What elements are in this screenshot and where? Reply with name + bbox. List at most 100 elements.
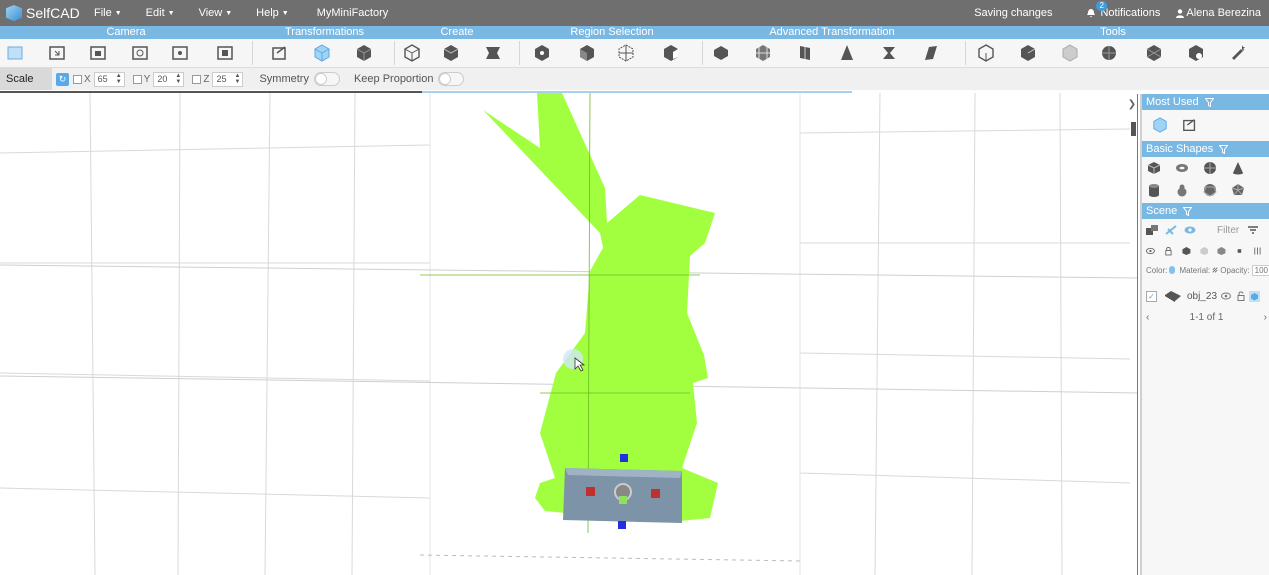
color-label: Color: xyxy=(1146,265,1168,275)
create-cube-icon[interactable] xyxy=(442,44,460,62)
extrude-icon[interactable] xyxy=(712,44,730,62)
funnel-icon[interactable] xyxy=(1183,206,1193,216)
spinner-icon[interactable]: ▲ ▼ xyxy=(175,73,181,85)
viewport-canvas[interactable] xyxy=(0,93,1138,575)
selfcad-logo[interactable]: SelfCAD xyxy=(6,5,84,21)
bend-icon[interactable] xyxy=(880,44,898,62)
lock-icon[interactable] xyxy=(1237,291,1245,301)
y-value-input[interactable]: 20 ▲ ▼ xyxy=(153,71,185,87)
color-swatch[interactable] xyxy=(1169,266,1176,274)
pager-text: 1-1 of 1 xyxy=(1189,311,1224,323)
twist-icon[interactable] xyxy=(796,44,814,62)
material-icon[interactable] xyxy=(1212,266,1218,274)
move-tool-icon[interactable] xyxy=(1182,117,1198,133)
basic-shapes-header[interactable]: Basic Shapes xyxy=(1142,141,1269,157)
scale-tool-icon[interactable] xyxy=(313,44,331,62)
menu-view[interactable]: View ▼ xyxy=(199,7,233,19)
x-lock-checkbox[interactable] xyxy=(73,74,82,84)
menu-help[interactable]: Help ▼ xyxy=(256,7,289,19)
polyhedron-icon[interactable] xyxy=(1231,183,1245,197)
spinner-icon[interactable]: ▲ ▼ xyxy=(235,73,241,85)
most-used-header[interactable]: Most Used xyxy=(1142,94,1269,110)
menu-edit[interactable]: Edit ▼ xyxy=(146,7,175,19)
keep-proportion-toggle[interactable] xyxy=(438,72,465,86)
notifications-button[interactable]: 2 Notifications xyxy=(1086,1,1160,19)
select-edge-icon[interactable] xyxy=(662,44,680,62)
sphere-icon[interactable] xyxy=(1203,161,1217,175)
scale-tool-icon[interactable] xyxy=(1152,117,1168,133)
tool-repair-icon[interactable] xyxy=(1187,44,1205,62)
eye-icon[interactable] xyxy=(1146,246,1155,256)
move-tool-icon[interactable] xyxy=(271,44,289,62)
y-lock-checkbox[interactable] xyxy=(132,74,142,84)
y-axis-control: Y 20 ▲ ▼ xyxy=(132,71,185,87)
myminifactory-link[interactable]: MyMiniFactory xyxy=(317,7,389,19)
funnel-icon[interactable] xyxy=(1219,144,1229,154)
columns-icon[interactable] xyxy=(1253,246,1262,256)
cone-icon[interactable] xyxy=(1231,161,1245,175)
select-vertex-icon[interactable] xyxy=(533,44,551,62)
prev-page-icon[interactable]: ‹ xyxy=(1146,312,1149,323)
reset-scale-icon[interactable]: ↻ xyxy=(56,72,69,86)
geosphere-icon[interactable] xyxy=(1203,183,1217,197)
visibility-eye-icon[interactable] xyxy=(1184,225,1196,235)
camera-pan-icon[interactable] xyxy=(89,44,107,62)
next-page-icon[interactable]: › xyxy=(1264,312,1267,323)
menu-file[interactable]: File ▼ xyxy=(94,7,122,19)
scene-header[interactable]: Scene xyxy=(1142,203,1269,219)
camera-front-view-icon[interactable] xyxy=(6,44,24,62)
tool-fill-icon[interactable] xyxy=(1019,44,1037,62)
shaded-icon[interactable] xyxy=(1217,246,1226,256)
notifications-count-badge: 2 xyxy=(1096,1,1107,11)
tool-magic-icon[interactable] xyxy=(1229,44,1247,62)
camera-zoom-icon[interactable] xyxy=(171,44,189,62)
tool-slice-icon[interactable] xyxy=(977,44,995,62)
tool-mesh-icon[interactable] xyxy=(1145,44,1163,62)
subdivide-icon[interactable] xyxy=(754,44,772,62)
torus-icon[interactable] xyxy=(1175,161,1189,175)
taper-icon[interactable] xyxy=(838,44,856,62)
bunny-shape-icon[interactable] xyxy=(1175,183,1189,197)
toolbar-divider xyxy=(965,41,966,65)
scrollbar-thumb[interactable] xyxy=(1131,122,1136,136)
opacity-input[interactable]: 100 xyxy=(1251,264,1269,276)
tool-sphere-icon[interactable] xyxy=(1100,44,1118,62)
link-icon[interactable] xyxy=(1165,225,1177,235)
eye-icon[interactable] xyxy=(1221,292,1232,300)
symmetry-toggle[interactable] xyxy=(313,72,340,86)
z-value-input[interactable]: 25 ▲ ▼ xyxy=(212,71,244,87)
tool-transparent-icon[interactable] xyxy=(1061,44,1079,62)
small-square-icon[interactable] xyxy=(1235,246,1244,256)
x-value-input[interactable]: 65 ▲ ▼ xyxy=(93,71,125,87)
cylinder-icon[interactable] xyxy=(1147,183,1161,197)
camera-rotate-icon[interactable] xyxy=(131,44,149,62)
scene-filter-input[interactable]: Filter xyxy=(1217,225,1239,236)
camera-fit-icon[interactable] xyxy=(48,44,66,62)
toolbar-divider xyxy=(702,41,703,65)
camera-reset-icon[interactable] xyxy=(216,44,234,62)
cube-icon[interactable] xyxy=(1147,161,1161,175)
shell-icon[interactable] xyxy=(922,44,940,62)
group-icon[interactable] xyxy=(1146,225,1158,235)
scene-object-row[interactable]: ✓ obj_23 xyxy=(1142,283,1269,309)
user-menu[interactable]: Alena Berezina xyxy=(1176,7,1261,19)
funnel-icon[interactable] xyxy=(1204,97,1214,107)
select-region-icon[interactable] xyxy=(617,44,635,62)
create-sketch-icon[interactable] xyxy=(403,44,421,62)
sort-icon[interactable] xyxy=(1247,225,1259,235)
viewport-scene[interactable] xyxy=(0,93,1138,575)
user-icon xyxy=(1176,8,1185,18)
create-freehand-icon[interactable] xyxy=(484,44,502,62)
x-value: 65 xyxy=(97,73,108,84)
solid-icon[interactable] xyxy=(1182,246,1191,256)
wireframe-icon[interactable] xyxy=(1200,246,1209,256)
rotate-tool-icon[interactable] xyxy=(355,44,373,62)
z-lock-checkbox[interactable] xyxy=(192,74,202,84)
bunny-model[interactable] xyxy=(420,93,718,534)
object-checkbox[interactable]: ✓ xyxy=(1146,290,1157,302)
lock-icon[interactable] xyxy=(1164,246,1173,256)
spinner-icon[interactable]: ▲ ▼ xyxy=(116,73,122,85)
opacity-label: Opacity: xyxy=(1220,265,1250,275)
object-color-icon[interactable] xyxy=(1249,290,1261,302)
select-face-icon[interactable] xyxy=(578,44,596,62)
